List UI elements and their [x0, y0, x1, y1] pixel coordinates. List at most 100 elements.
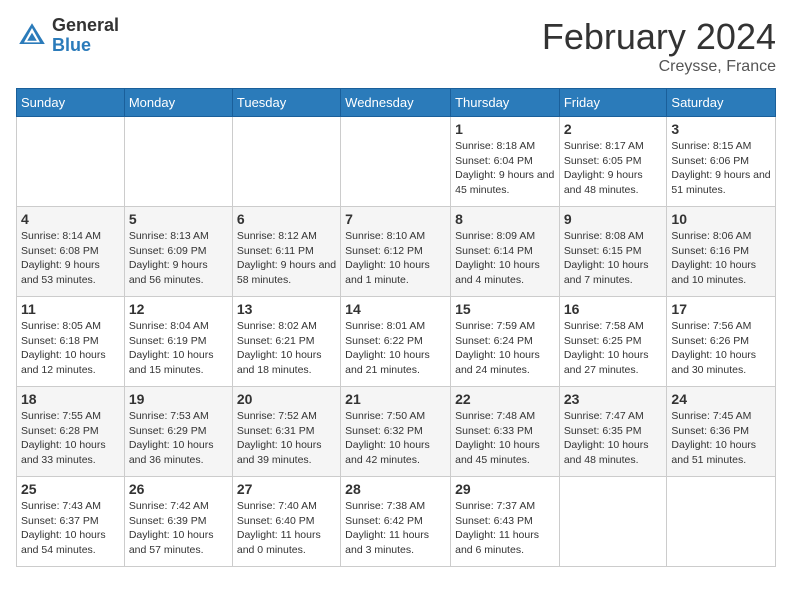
calendar-cell: 28 Sunrise: 7:38 AM Sunset: 6:42 PM Dayli…: [341, 477, 451, 567]
day-number: 20: [237, 391, 336, 407]
day-info: Sunrise: 7:40 AM Sunset: 6:40 PM Dayligh…: [237, 499, 336, 558]
day-number: 27: [237, 481, 336, 497]
day-number: 25: [21, 481, 120, 497]
day-info: Sunrise: 8:08 AM Sunset: 6:15 PM Dayligh…: [564, 229, 663, 288]
day-info: Sunrise: 7:37 AM Sunset: 6:43 PM Dayligh…: [455, 499, 555, 558]
calendar-cell: 5 Sunrise: 8:13 AM Sunset: 6:09 PM Daylig…: [124, 207, 232, 297]
header-day-tuesday: Tuesday: [232, 89, 340, 117]
calendar-header: SundayMondayTuesdayWednesdayThursdayFrid…: [17, 89, 776, 117]
day-info: Sunrise: 8:06 AM Sunset: 6:16 PM Dayligh…: [671, 229, 771, 288]
day-info: Sunrise: 8:12 AM Sunset: 6:11 PM Dayligh…: [237, 229, 336, 288]
day-info: Sunrise: 8:10 AM Sunset: 6:12 PM Dayligh…: [345, 229, 446, 288]
day-info: Sunrise: 7:52 AM Sunset: 6:31 PM Dayligh…: [237, 409, 336, 468]
logo: General Blue: [16, 16, 119, 56]
header-day-saturday: Saturday: [667, 89, 776, 117]
day-number: 21: [345, 391, 446, 407]
calendar-cell: 4 Sunrise: 8:14 AM Sunset: 6:08 PM Daylig…: [17, 207, 125, 297]
calendar-cell: [341, 117, 451, 207]
day-info: Sunrise: 7:47 AM Sunset: 6:35 PM Dayligh…: [564, 409, 663, 468]
day-number: 24: [671, 391, 771, 407]
day-number: 15: [455, 301, 555, 317]
day-number: 3: [671, 121, 771, 137]
calendar-cell: 22Sunrise: 7:48 AM Sunset: 6:33 PM Dayli…: [451, 387, 560, 477]
calendar-cell: 3Sunrise: 8:15 AM Sunset: 6:06 PM Daylig…: [667, 117, 776, 207]
calendar-cell: 23 Sunrise: 7:47 AM Sunset: 6:35 PM Dayli…: [559, 387, 667, 477]
location: Creysse, France: [542, 58, 776, 76]
logo-text: General Blue: [52, 16, 119, 56]
calendar-cell: 12 Sunrise: 8:04 AM Sunset: 6:19 PM Dayli…: [124, 297, 232, 387]
calendar-cell: 26Sunrise: 7:42 AM Sunset: 6:39 PM Dayli…: [124, 477, 232, 567]
day-info: Sunrise: 8:01 AM Sunset: 6:22 PM Dayligh…: [345, 319, 446, 378]
calendar-table: SundayMondayTuesdayWednesdayThursdayFrid…: [16, 88, 776, 567]
day-number: 7: [345, 211, 446, 227]
day-info: Sunrise: 7:55 AM Sunset: 6:28 PM Dayligh…: [21, 409, 120, 468]
day-info: Sunrise: 8:05 AM Sunset: 6:18 PM Dayligh…: [21, 319, 120, 378]
calendar-cell: 7 Sunrise: 8:10 AM Sunset: 6:12 PM Daylig…: [341, 207, 451, 297]
title-section: February 2024 Creysse, France: [542, 16, 776, 76]
day-info: Sunrise: 7:53 AM Sunset: 6:29 PM Dayligh…: [129, 409, 228, 468]
day-number: 28: [345, 481, 446, 497]
day-number: 9: [564, 211, 663, 227]
day-info: Sunrise: 7:50 AM Sunset: 6:32 PM Dayligh…: [345, 409, 446, 468]
calendar-cell: 25 Sunrise: 7:43 AM Sunset: 6:37 PM Dayli…: [17, 477, 125, 567]
calendar-cell: 15Sunrise: 7:59 AM Sunset: 6:24 PM Dayli…: [451, 297, 560, 387]
calendar-cell: [232, 117, 340, 207]
calendar-cell: 2 Sunrise: 8:17 AM Sunset: 6:05 PM Daylig…: [559, 117, 667, 207]
calendar-cell: 17Sunrise: 7:56 AM Sunset: 6:26 PM Dayli…: [667, 297, 776, 387]
day-number: 14: [345, 301, 446, 317]
header-day-thursday: Thursday: [451, 89, 560, 117]
header-day-sunday: Sunday: [17, 89, 125, 117]
header-day-wednesday: Wednesday: [341, 89, 451, 117]
calendar-cell: 1Sunrise: 8:18 AM Sunset: 6:04 PM Daylig…: [451, 117, 560, 207]
calendar-cell: 8 Sunrise: 8:09 AM Sunset: 6:14 PM Daylig…: [451, 207, 560, 297]
calendar-cell: 13Sunrise: 8:02 AM Sunset: 6:21 PM Dayli…: [232, 297, 340, 387]
day-number: 19: [129, 391, 228, 407]
week-row-1: 1Sunrise: 8:18 AM Sunset: 6:04 PM Daylig…: [17, 117, 776, 207]
day-info: Sunrise: 7:42 AM Sunset: 6:39 PM Dayligh…: [129, 499, 228, 558]
day-number: 29: [455, 481, 555, 497]
page-header: General Blue February 2024 Creysse, Fran…: [16, 16, 776, 76]
day-number: 18: [21, 391, 120, 407]
calendar-cell: 14 Sunrise: 8:01 AM Sunset: 6:22 PM Dayli…: [341, 297, 451, 387]
calendar-cell: 18 Sunrise: 7:55 AM Sunset: 6:28 PM Dayli…: [17, 387, 125, 477]
day-info: Sunrise: 8:14 AM Sunset: 6:08 PM Dayligh…: [21, 229, 120, 288]
calendar-cell: 29 Sunrise: 7:37 AM Sunset: 6:43 PM Dayli…: [451, 477, 560, 567]
calendar-cell: 20 Sunrise: 7:52 AM Sunset: 6:31 PM Dayli…: [232, 387, 340, 477]
day-number: 4: [21, 211, 120, 227]
calendar-cell: 21 Sunrise: 7:50 AM Sunset: 6:32 PM Dayli…: [341, 387, 451, 477]
logo-general-text: General: [52, 16, 119, 36]
day-info: Sunrise: 8:04 AM Sunset: 6:19 PM Dayligh…: [129, 319, 228, 378]
header-row: SundayMondayTuesdayWednesdayThursdayFrid…: [17, 89, 776, 117]
day-number: 10: [671, 211, 771, 227]
week-row-3: 11 Sunrise: 8:05 AM Sunset: 6:18 PM Dayli…: [17, 297, 776, 387]
calendar-cell: 11 Sunrise: 8:05 AM Sunset: 6:18 PM Dayli…: [17, 297, 125, 387]
day-info: Sunrise: 8:17 AM Sunset: 6:05 PM Dayligh…: [564, 139, 663, 198]
day-number: 6: [237, 211, 336, 227]
calendar-body: 1Sunrise: 8:18 AM Sunset: 6:04 PM Daylig…: [17, 117, 776, 567]
header-day-friday: Friday: [559, 89, 667, 117]
day-number: 11: [21, 301, 120, 317]
calendar-cell: 27 Sunrise: 7:40 AM Sunset: 6:40 PM Dayli…: [232, 477, 340, 567]
day-info: Sunrise: 8:09 AM Sunset: 6:14 PM Dayligh…: [455, 229, 555, 288]
day-info: Sunrise: 7:38 AM Sunset: 6:42 PM Dayligh…: [345, 499, 446, 558]
calendar-cell: 16Sunrise: 7:58 AM Sunset: 6:25 PM Dayli…: [559, 297, 667, 387]
week-row-5: 25 Sunrise: 7:43 AM Sunset: 6:37 PM Dayli…: [17, 477, 776, 567]
calendar-cell: 6 Sunrise: 8:12 AM Sunset: 6:11 PM Daylig…: [232, 207, 340, 297]
calendar-cell: [124, 117, 232, 207]
week-row-4: 18 Sunrise: 7:55 AM Sunset: 6:28 PM Dayli…: [17, 387, 776, 477]
day-info: Sunrise: 8:13 AM Sunset: 6:09 PM Dayligh…: [129, 229, 228, 288]
day-number: 12: [129, 301, 228, 317]
day-number: 5: [129, 211, 228, 227]
day-number: 8: [455, 211, 555, 227]
day-number: 17: [671, 301, 771, 317]
day-number: 22: [455, 391, 555, 407]
day-info: Sunrise: 7:45 AM Sunset: 6:36 PM Dayligh…: [671, 409, 771, 468]
calendar-cell: [667, 477, 776, 567]
day-number: 2: [564, 121, 663, 137]
calendar-cell: 19 Sunrise: 7:53 AM Sunset: 6:29 PM Dayli…: [124, 387, 232, 477]
week-row-2: 4 Sunrise: 8:14 AM Sunset: 6:08 PM Daylig…: [17, 207, 776, 297]
calendar-cell: [559, 477, 667, 567]
day-number: 23: [564, 391, 663, 407]
day-info: Sunrise: 7:43 AM Sunset: 6:37 PM Dayligh…: [21, 499, 120, 558]
day-info: Sunrise: 8:02 AM Sunset: 6:21 PM Dayligh…: [237, 319, 336, 378]
